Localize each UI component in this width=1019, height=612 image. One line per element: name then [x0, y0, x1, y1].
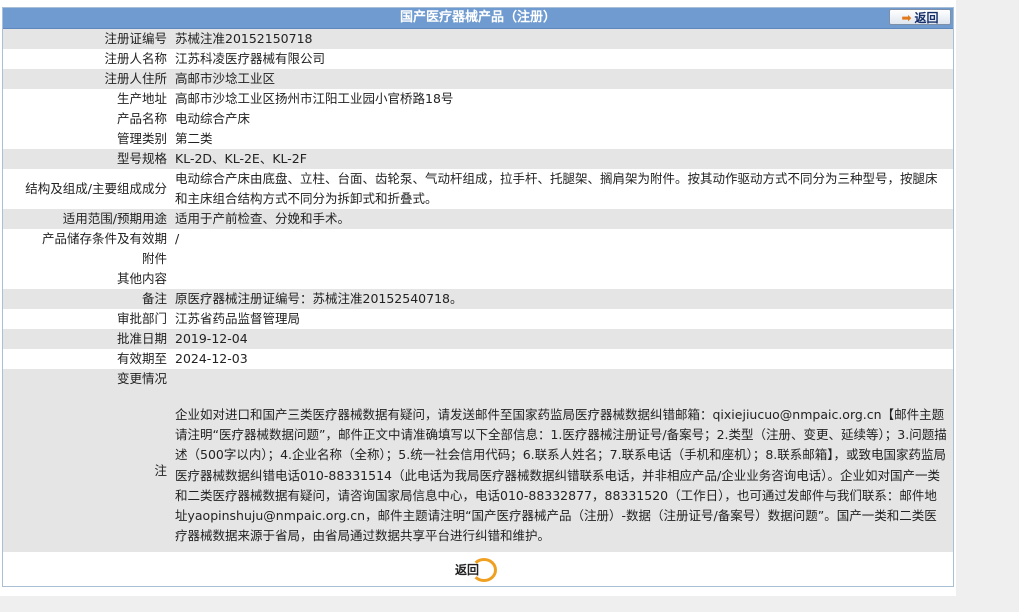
row-label: 审批部门 [3, 309, 171, 329]
table-row: 有效期至 2024-12-03 [3, 349, 953, 369]
row-value: / [171, 229, 953, 249]
row-value [171, 269, 953, 289]
row-value [171, 369, 953, 389]
row-label: 生产地址 [3, 89, 171, 109]
back-button-top[interactable]: ➡ 返回 [889, 9, 951, 25]
row-label: 适用范围/预期用途 [3, 209, 171, 229]
row-label: 产品名称 [3, 109, 171, 129]
table-row: 产品名称 电动综合产床 [3, 109, 953, 129]
table-row: 注册人名称 江苏科凌医疗器械有限公司 [3, 49, 953, 69]
row-value: 2019-12-04 [171, 329, 953, 349]
arrow-right-icon: ➡ [901, 11, 912, 25]
note-row: 注 企业如对进口和国产三类医疗器械数据有疑问，请发送邮件至国家药监局医疗器械数据… [3, 389, 953, 553]
row-value: 2024-12-03 [171, 349, 953, 369]
row-value: 第二类 [171, 129, 953, 149]
row-label: 注册证编号 [3, 29, 171, 49]
note-text: 企业如对进口和国产三类医疗器械数据有疑问，请发送邮件至国家药监局医疗器械数据纠错… [171, 389, 953, 553]
row-value: KL-2D、KL-2E、KL-2F [171, 149, 953, 169]
table-row: 变更情况 [3, 369, 953, 389]
row-label: 备注 [3, 289, 171, 309]
table-row: 生产地址 高邮市沙埝工业区扬州市江阳工业园小官桥路18号 [3, 89, 953, 109]
row-value: 苏械注准20152150718 [171, 29, 953, 49]
detail-table: 注册证编号 苏械注准20152150718 注册人名称 江苏科凌医疗器械有限公司 注… [3, 29, 953, 553]
row-value: 电动综合产床 [171, 109, 953, 129]
table-row: 批准日期 2019-12-04 [3, 329, 953, 349]
title-bar: 国产医疗器械产品（注册） ➡ 返回 [3, 8, 953, 29]
detail-panel: 国产医疗器械产品（注册） ➡ 返回 注册证编号 苏械注准20152150718 注册… [2, 7, 954, 588]
table-row: 其他内容 [3, 269, 953, 289]
row-label: 变更情况 [3, 369, 171, 389]
page-frame: 国产医疗器械产品（注册） ➡ 返回 注册证编号 苏械注准20152150718 注册… [0, 0, 956, 596]
back-button-bottom-label: 返回 [455, 563, 480, 578]
table-row: 管理类别 第二类 [3, 129, 953, 149]
table-row: 附件 [3, 249, 953, 269]
row-label: 注册人住所 [3, 69, 171, 89]
row-value: 高邮市沙埝工业区扬州市江阳工业园小官桥路18号 [171, 89, 953, 109]
row-label: 型号规格 [3, 149, 171, 169]
page-title: 国产医疗器械产品（注册） [399, 10, 556, 25]
table-row: 型号规格 KL-2D、KL-2E、KL-2F [3, 149, 953, 169]
row-value: 江苏科凌医疗器械有限公司 [171, 49, 953, 69]
back-button-top-label: 返回 [914, 11, 939, 25]
table-row: 备注 原医疗器械注册证编号：苏械注准20152540718。 [3, 289, 953, 309]
row-label: 其他内容 [3, 269, 171, 289]
table-row: 注册人住所 高邮市沙埝工业区 [3, 69, 953, 89]
row-value: 电动综合产床由底盘、立柱、台面、齿轮泵、气动杆组成，拉手杆、托腿架、搁肩架为附件… [171, 169, 953, 209]
row-value: 原医疗器械注册证编号：苏械注准20152540718。 [171, 289, 953, 309]
footer: 返回 [3, 552, 953, 587]
table-row: 审批部门 江苏省药品监督管理局 [3, 309, 953, 329]
row-value [171, 249, 953, 269]
row-label: 产品储存条件及有效期 [3, 229, 171, 249]
row-label: 注册人名称 [3, 49, 171, 69]
row-value: 高邮市沙埝工业区 [171, 69, 953, 89]
table-row: 适用范围/预期用途 适用于产前检查、分娩和手术。 [3, 209, 953, 229]
row-label: 有效期至 [3, 349, 171, 369]
table-row: 注册证编号 苏械注准20152150718 [3, 29, 953, 49]
row-label: 附件 [3, 249, 171, 269]
row-value: 江苏省药品监督管理局 [171, 309, 953, 329]
table-row: 产品储存条件及有效期 / [3, 229, 953, 249]
row-label: 管理类别 [3, 129, 171, 149]
row-label: 结构及组成/主要组成成分 [3, 169, 171, 209]
back-button-bottom[interactable]: 返回 [453, 558, 501, 583]
note-label: 注 [3, 389, 171, 553]
row-label: 批准日期 [3, 329, 171, 349]
table-row: 结构及组成/主要组成成分 电动综合产床由底盘、立柱、台面、齿轮泵、气动杆组成，拉手… [3, 169, 953, 209]
row-value: 适用于产前检查、分娩和手术。 [171, 209, 953, 229]
